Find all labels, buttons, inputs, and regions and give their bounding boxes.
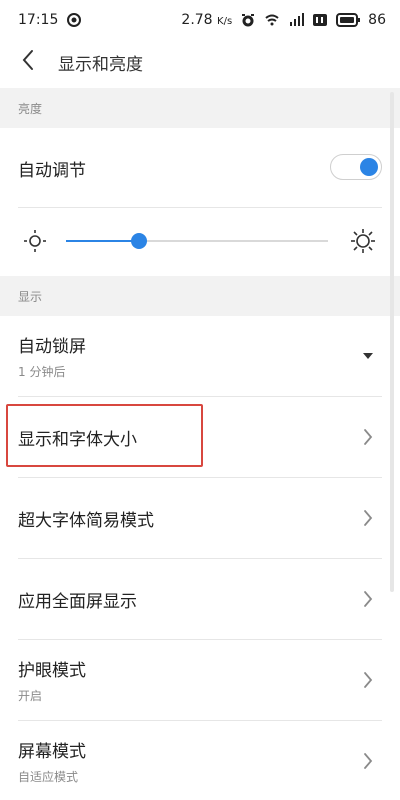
chevron-right-icon [360,749,376,773]
scrollbar[interactable] [390,92,394,592]
section-header-display: 显示 [0,276,400,316]
battery-level: 86 [368,12,386,28]
screen-mode-subtitle: 自适应模式 [18,769,79,784]
status-right: 2.78 K/s 86 [181,12,386,28]
fullscreen-display-texts: 应用全面屏显示 [18,587,137,612]
status-bar: 17:15 2.78 K/s 86 [0,0,400,40]
signal-icon [288,12,305,28]
screen-mode-row[interactable]: 屏幕模式 自适应模式 [0,721,400,800]
eye-care-subtitle: 开启 [18,689,43,703]
screen-mode-texts: 屏幕模式 自适应模式 [18,737,86,785]
network-speed: 2.78 K/s [181,12,232,28]
display-font-size-texts: 显示和字体大小 [18,425,137,450]
status-left: 17:15 [18,12,82,28]
network-speed-value: 2.78 [181,12,213,28]
fullscreen-display-title: 应用全面屏显示 [18,591,137,612]
screen-mode-title: 屏幕模式 [18,741,86,762]
network-speed-unit: K/s [217,16,233,27]
sun-large-icon [350,228,376,254]
display-font-size-title: 显示和字体大小 [18,429,137,450]
chevron-right-icon [360,668,376,692]
chevron-right-icon [360,506,376,530]
auto-adjust-texts: 自动调节 [18,156,86,181]
wifi-icon [264,12,280,28]
auto-lock-title: 自动锁屏 [18,337,86,357]
eye-care-row[interactable]: 护眼模式 开启 [0,640,400,720]
alarm-icon [240,12,256,28]
auto-lock-row[interactable]: 自动锁屏 1 分钟后 [0,316,400,396]
brightness-slider[interactable] [66,233,328,249]
slider-fill [66,240,140,242]
large-font-mode-row[interactable]: 超大字体简易模式 [0,478,400,558]
auto-adjust-title: 自动调节 [18,160,86,181]
section-header-brightness: 亮度 [0,88,400,128]
sun-small-icon [22,228,48,254]
eye-care-texts: 护眼模式 开启 [18,656,86,704]
back-button[interactable] [6,40,50,84]
auto-lock-subtitle: 1 分钟后 [18,365,66,379]
fullscreen-display-row[interactable]: 应用全面屏显示 [0,559,400,639]
eye-care-title: 护眼模式 [18,661,86,681]
page-title: 显示和亮度 [58,54,143,75]
chevron-right-icon [360,425,376,449]
chevron-right-icon [360,587,376,611]
large-font-mode-texts: 超大字体简易模式 [18,506,154,531]
hd-icon [312,12,328,28]
battery-icon [336,12,361,28]
display-font-size-row[interactable]: 显示和字体大小 [0,397,400,477]
status-time: 17:15 [18,12,59,28]
toggle-knob [360,158,378,176]
large-font-mode-title: 超大字体简易模式 [18,510,154,531]
brightness-slider-row [0,206,400,276]
notification-icon [66,12,82,28]
auto-lock-texts: 自动锁屏 1 分钟后 [18,332,86,380]
page-header: 显示和亮度 [0,40,400,84]
slider-thumb[interactable] [131,233,148,249]
chevron-left-icon [20,48,36,76]
caret-down-icon [360,344,376,368]
auto-adjust-toggle[interactable] [330,154,382,180]
